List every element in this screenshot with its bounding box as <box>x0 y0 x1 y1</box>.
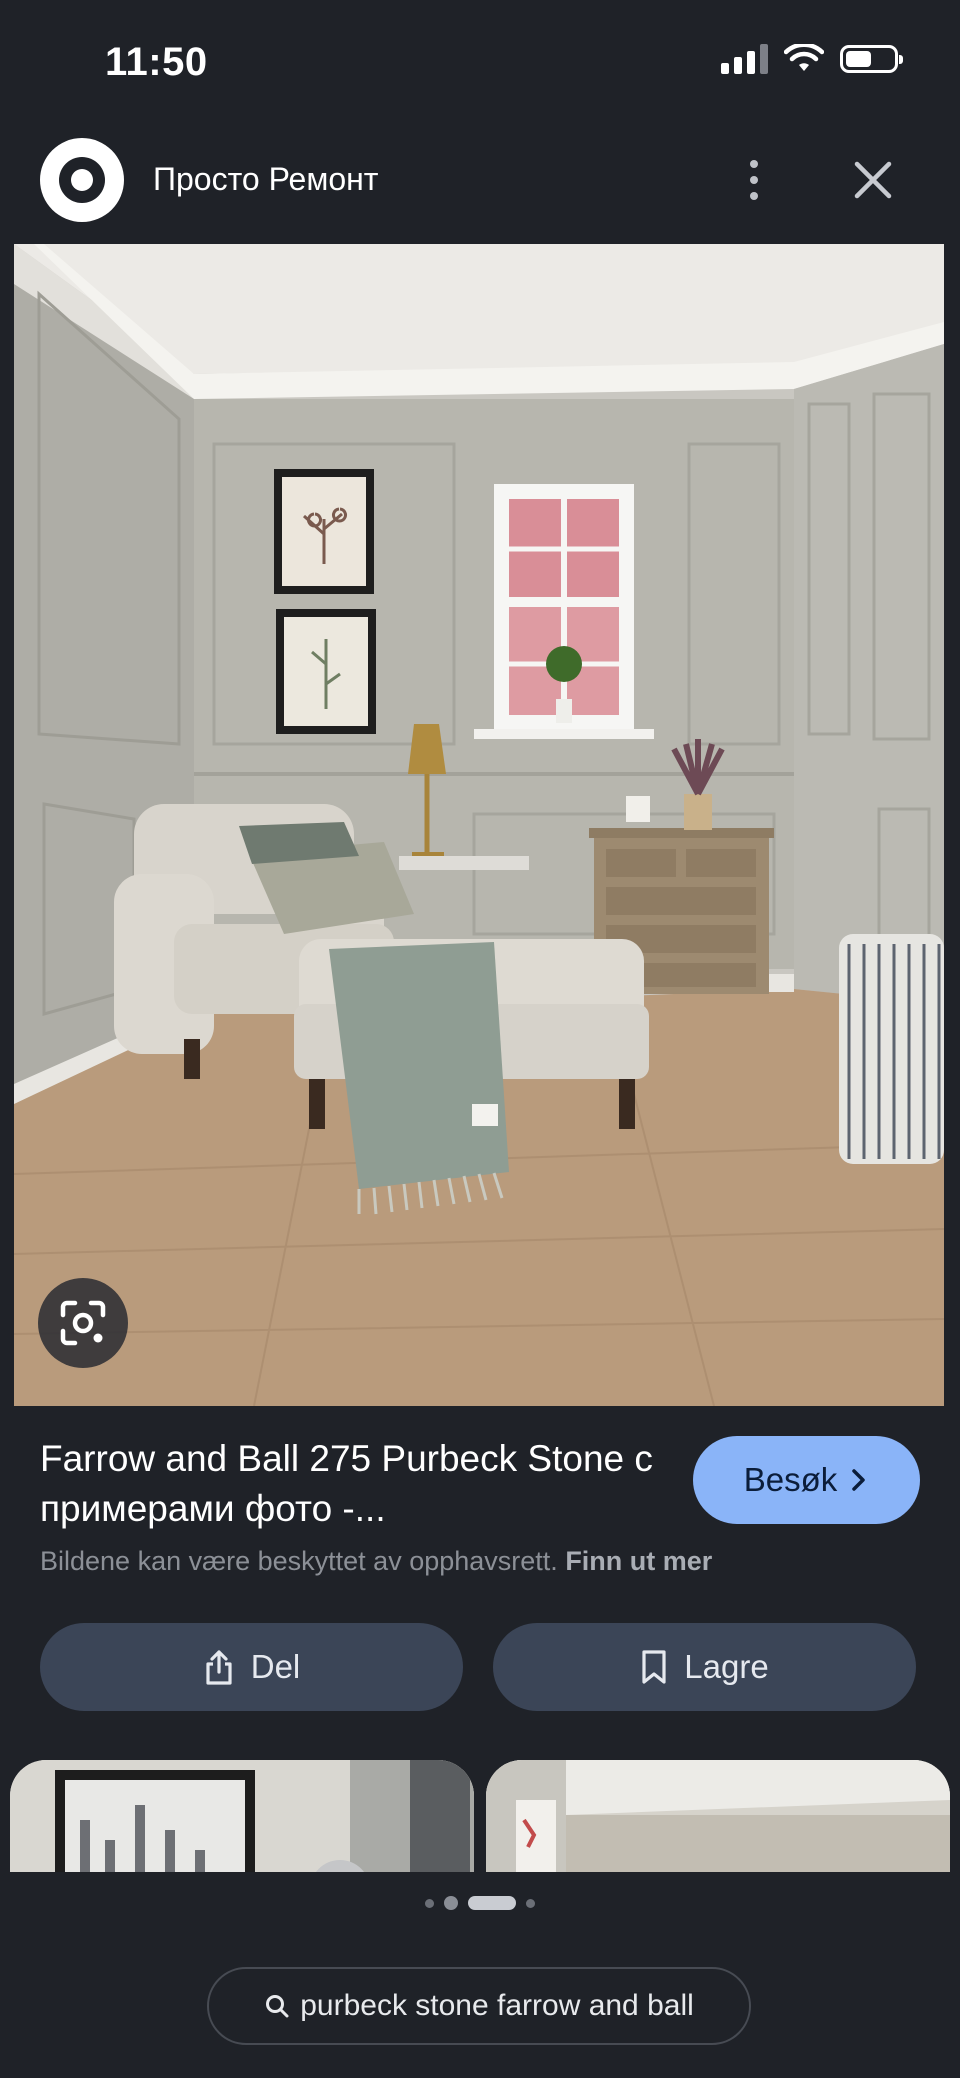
related-results <box>0 1760 960 1872</box>
site-name: Просто Ремонт <box>153 161 379 197</box>
wifi-icon <box>784 44 824 71</box>
status-bar: 11:50 <box>0 0 960 120</box>
save-button-label: Lagre <box>684 1648 769 1685</box>
pagination-dot <box>526 1898 535 1908</box>
pagination-dot-active <box>468 1896 516 1910</box>
cellular-signal-icon <box>721 44 768 74</box>
share-icon <box>206 1650 232 1685</box>
copyright-notice: Bildene kan være beskyttet av opphavsret… <box>40 1546 712 1577</box>
search-query-chip[interactable]: purbeck stone farrow and ball <box>207 1967 751 2045</box>
learn-more-link[interactable]: Finn ut mer <box>565 1546 712 1576</box>
result-header: Просто Ремонт <box>0 130 960 230</box>
pagination-dots <box>0 1896 960 1910</box>
search-icon <box>266 1995 289 2018</box>
copyright-text: Bildene kan være beskyttet av opphavsret… <box>40 1546 558 1576</box>
share-button[interactable]: Del <box>40 1623 463 1711</box>
pagination-dot <box>444 1896 458 1910</box>
site-logo <box>40 138 124 222</box>
result-title[interactable]: Farrow and Ball 275 Purbeck Stone с прим… <box>40 1434 660 1534</box>
more-vert-icon[interactable] <box>730 150 778 210</box>
visit-button-label: Besøk <box>743 1461 838 1498</box>
visit-button[interactable]: Besøk <box>693 1436 920 1524</box>
bookmark-icon <box>642 1650 666 1684</box>
status-time: 11:50 <box>105 40 208 84</box>
related-thumbnail[interactable] <box>10 1760 474 1872</box>
chevron-right-icon <box>852 1469 866 1491</box>
result-image[interactable] <box>14 244 944 1406</box>
status-icons <box>721 44 903 74</box>
pagination-dot <box>425 1898 434 1908</box>
share-button-label: Del <box>250 1648 301 1685</box>
google-lens-icon[interactable] <box>38 1278 128 1368</box>
close-icon[interactable] <box>845 152 901 208</box>
room-illustration <box>14 244 944 1406</box>
save-button[interactable]: Lagre <box>493 1623 916 1711</box>
search-query-text: purbeck stone farrow and ball <box>300 1989 694 2022</box>
related-thumbnail[interactable] <box>486 1760 950 1872</box>
battery-icon <box>840 45 903 73</box>
